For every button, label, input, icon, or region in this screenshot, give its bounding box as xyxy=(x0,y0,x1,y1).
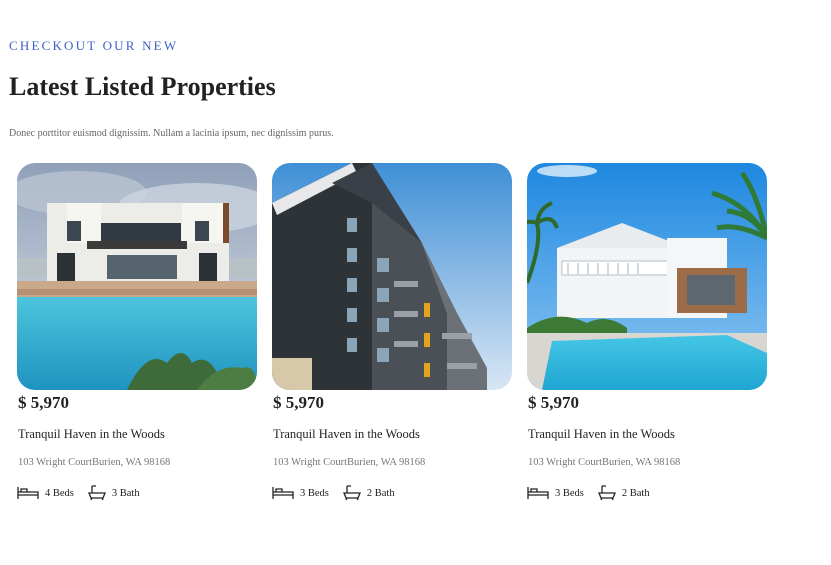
listing-price: $ 5,970 xyxy=(273,393,324,412)
listing-price: $ 5,970 xyxy=(18,393,69,412)
property-photo-modern-villa[interactable] xyxy=(17,163,257,390)
property-card[interactable]: $ 5,970 Tranquil Haven in the Woods 103 … xyxy=(272,163,512,501)
property-card[interactable]: $ 5,970 Tranquil Haven in the Woods 103 … xyxy=(17,163,257,501)
baths-label: 3 Bath xyxy=(111,487,140,499)
baths-feature: 2 Bath xyxy=(342,485,395,501)
listing-features: 4 Beds 3 Bath xyxy=(17,485,154,501)
listing-features: 3 Beds 2 Bath xyxy=(527,485,664,501)
property-photo-apartment-building[interactable] xyxy=(272,163,512,390)
eyebrow-text: CHECKOUT OUR NEW xyxy=(9,38,179,53)
listing-name[interactable]: Tranquil Haven in the Woods xyxy=(273,427,420,442)
bathtub-icon xyxy=(342,485,361,501)
baths-label: 2 Bath xyxy=(366,487,395,499)
beds-label: 3 Beds xyxy=(555,487,584,499)
section-subtitle: Donec porttitor euismod dignissim. Nulla… xyxy=(9,128,334,139)
property-photo-colonial-house-pool[interactable] xyxy=(527,163,767,390)
listing-price: $ 5,970 xyxy=(528,393,579,412)
property-card[interactable]: $ 5,970 Tranquil Haven in the Woods 103 … xyxy=(527,163,767,501)
beds-feature: 3 Beds xyxy=(272,486,329,500)
bed-icon xyxy=(17,487,39,499)
listing-address: 103 Wright CourtBurien, WA 98168 xyxy=(273,457,426,468)
bed-icon xyxy=(272,487,294,499)
beds-feature: 3 Beds xyxy=(527,486,584,500)
listing-name[interactable]: Tranquil Haven in the Woods xyxy=(18,427,165,442)
listing-address: 103 Wright CourtBurien, WA 98168 xyxy=(18,457,171,468)
bathtub-icon xyxy=(87,485,106,501)
baths-label: 2 Bath xyxy=(621,487,650,499)
listing-features: 3 Beds 2 Bath xyxy=(272,485,409,501)
beds-feature: 4 Beds xyxy=(17,486,74,500)
beds-label: 3 Beds xyxy=(300,487,329,499)
bed-icon xyxy=(527,487,549,499)
listing-name[interactable]: Tranquil Haven in the Woods xyxy=(528,427,675,442)
listing-address: 103 Wright CourtBurien, WA 98168 xyxy=(528,457,681,468)
beds-label: 4 Beds xyxy=(45,487,74,499)
baths-feature: 2 Bath xyxy=(597,485,650,501)
bathtub-icon xyxy=(597,485,616,501)
baths-feature: 3 Bath xyxy=(87,485,140,501)
section-title: Latest Listed Properties xyxy=(9,72,276,101)
